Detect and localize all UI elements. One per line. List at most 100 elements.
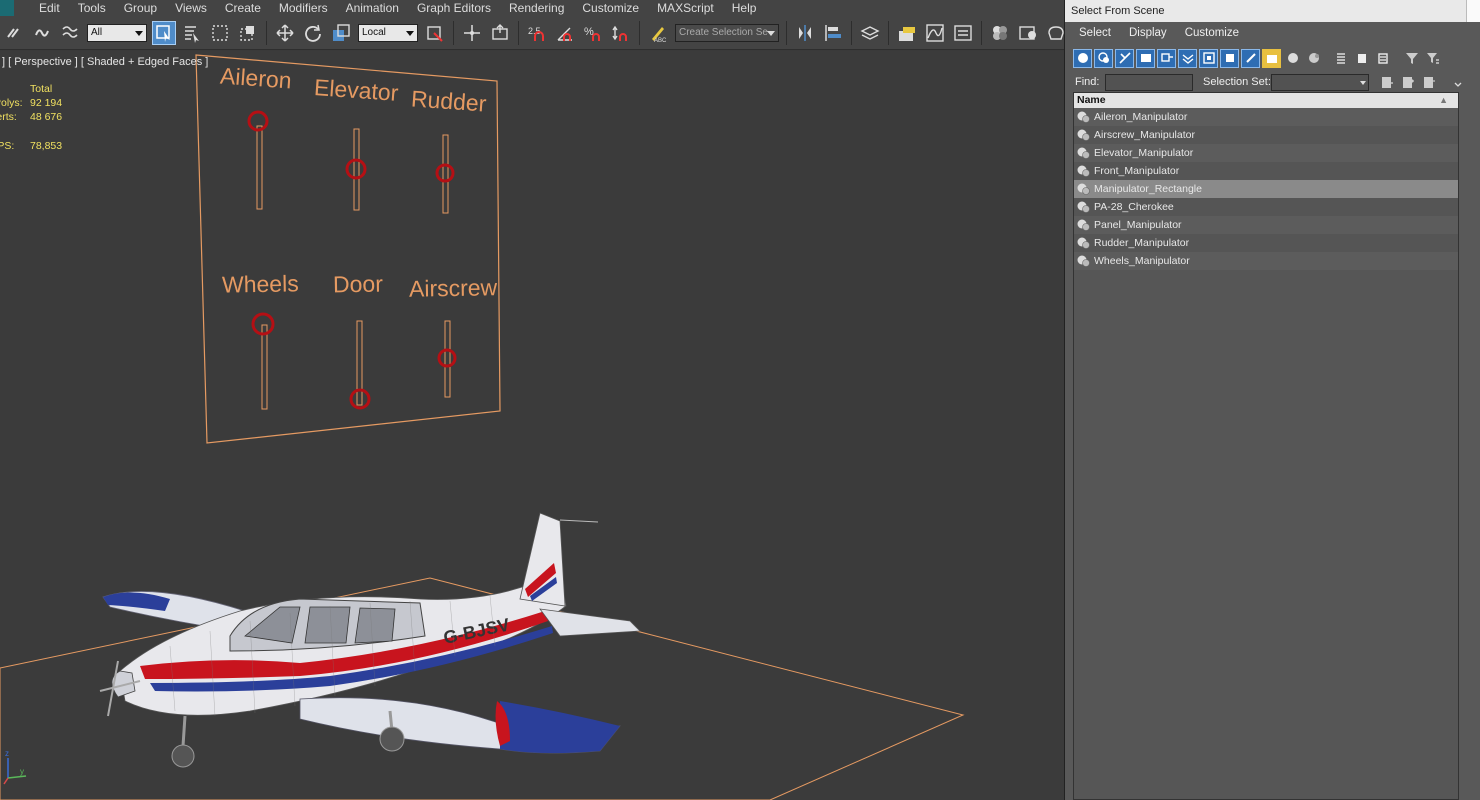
dialog-menu-select[interactable]: Select bbox=[1079, 27, 1111, 39]
containers-filter-icon[interactable] bbox=[1262, 48, 1281, 68]
dialog-menu-customize[interactable]: Customize bbox=[1185, 27, 1239, 39]
spinner-snap-icon[interactable] bbox=[609, 21, 633, 45]
menu-animation[interactable]: Animation bbox=[337, 1, 408, 15]
move-icon[interactable] bbox=[273, 21, 297, 45]
menu-modifiers[interactable]: Modifiers bbox=[270, 1, 337, 15]
hidden-filter-icon[interactable] bbox=[1304, 49, 1323, 68]
select-by-name-icon[interactable] bbox=[180, 21, 204, 45]
wheels-slider-knob[interactable] bbox=[251, 312, 275, 336]
render-setup-icon[interactable] bbox=[1016, 21, 1040, 45]
bones-filter-icon[interactable] bbox=[1241, 48, 1260, 68]
options-chevron-icon[interactable] bbox=[1448, 73, 1467, 92]
menu-maxscript[interactable]: MAXScript bbox=[648, 1, 723, 15]
menu-group[interactable]: Group bbox=[115, 1, 166, 15]
cameras-filter-icon[interactable] bbox=[1136, 48, 1155, 68]
filter-funnel-icon[interactable] bbox=[1402, 49, 1421, 68]
keyboard-shortcut-icon[interactable] bbox=[488, 21, 512, 45]
remove-from-selection-set-icon[interactable] bbox=[1419, 73, 1438, 92]
reference-coordinate-dropdown[interactable]: Local bbox=[358, 23, 418, 42]
airscrew-slider-knob[interactable] bbox=[437, 348, 457, 368]
rotate-icon[interactable] bbox=[301, 21, 325, 45]
helpers-filter-icon[interactable] bbox=[1157, 48, 1176, 68]
xrefs-filter-icon[interactable] bbox=[1220, 48, 1239, 68]
list-item[interactable]: Front_Manipulator bbox=[1074, 162, 1458, 180]
object-list[interactable]: Name ▲ Aileron_Manipulator Airscrew_Manip… bbox=[1073, 92, 1459, 800]
manipulate-icon[interactable] bbox=[460, 21, 484, 45]
list-item[interactable]: Airscrew_Manipulator bbox=[1074, 126, 1458, 144]
bind-space-warp-icon[interactable] bbox=[58, 21, 82, 45]
unlink-icon[interactable] bbox=[30, 21, 54, 45]
snap-toggle-icon[interactable]: 2.5 bbox=[525, 21, 549, 45]
list-item[interactable]: Elevator_Manipulator bbox=[1074, 144, 1458, 162]
groups-filter-icon[interactable] bbox=[1199, 48, 1218, 68]
menu-help[interactable]: Help bbox=[723, 1, 766, 15]
dialog-title-bar[interactable]: Select From Scene bbox=[1065, 0, 1480, 22]
list-item[interactable]: Manipulator_Rectangle bbox=[1074, 180, 1458, 198]
menu-customize[interactable]: Customize bbox=[573, 1, 648, 15]
named-selection-set-dropdown[interactable]: Create Selection Se bbox=[675, 23, 779, 42]
schematic-view-icon[interactable] bbox=[951, 21, 975, 45]
list-item[interactable]: Aileron_Manipulator bbox=[1074, 108, 1458, 126]
menu-graph-editors[interactable]: Graph Editors bbox=[408, 1, 500, 15]
shapes-filter-icon[interactable] bbox=[1094, 48, 1113, 68]
invert-display-icon[interactable] bbox=[1373, 49, 1392, 68]
selection-filter-dropdown[interactable]: All bbox=[87, 23, 147, 42]
align-icon[interactable] bbox=[821, 21, 845, 45]
list-item[interactable]: PA-28_Cherokee bbox=[1074, 198, 1458, 216]
elevator-slider-knob[interactable] bbox=[345, 158, 367, 180]
name-column-label: Name bbox=[1077, 94, 1106, 106]
selection-set-dropdown[interactable] bbox=[1271, 73, 1369, 91]
link-icon[interactable] bbox=[2, 21, 26, 45]
menu-create[interactable]: Create bbox=[216, 1, 270, 15]
geometry-filter-icon[interactable] bbox=[1073, 48, 1092, 68]
percent-snap-icon[interactable]: % bbox=[581, 21, 605, 45]
list-item-label: Manipulator_Rectangle bbox=[1094, 183, 1202, 195]
object-type-icon bbox=[1077, 129, 1090, 141]
angle-snap-icon[interactable] bbox=[553, 21, 577, 45]
save-selection-set-icon[interactable] bbox=[1377, 73, 1396, 92]
rectangular-selection-icon[interactable] bbox=[208, 21, 232, 45]
frozen-filter-icon[interactable] bbox=[1283, 49, 1302, 68]
toolbar-separator bbox=[266, 20, 267, 45]
scale-icon[interactable] bbox=[329, 21, 353, 45]
aileron-slider-knob[interactable] bbox=[247, 110, 269, 132]
rudder-slider-knob[interactable] bbox=[435, 163, 455, 183]
viewport-label[interactable]: ] [ Perspective ] [ Shaded + Edged Faces… bbox=[2, 56, 208, 68]
menu-rendering[interactable]: Rendering bbox=[500, 1, 573, 15]
stats-polys-label: Polys: bbox=[0, 97, 23, 109]
app-logo-icon[interactable] bbox=[0, 0, 14, 16]
layer-manager-icon[interactable] bbox=[858, 21, 882, 45]
display-none-icon[interactable] bbox=[1352, 49, 1371, 68]
dialog-menu-display[interactable]: Display bbox=[1129, 27, 1167, 39]
object-type-icon bbox=[1077, 183, 1090, 195]
window-crossing-icon[interactable] bbox=[236, 21, 260, 45]
menu-views[interactable]: Views bbox=[166, 1, 216, 15]
menu-bar: Edit Tools Group Views Create Modifiers … bbox=[0, 0, 1064, 16]
scene-explorer-icon[interactable] bbox=[895, 21, 919, 45]
menu-edit[interactable]: Edit bbox=[30, 1, 69, 15]
add-to-selection-set-icon[interactable] bbox=[1398, 73, 1417, 92]
name-column-header[interactable]: Name ▲ bbox=[1074, 93, 1458, 108]
material-editor-icon[interactable] bbox=[988, 21, 1012, 45]
toolbar-separator bbox=[786, 20, 787, 45]
perspective-viewport[interactable]: G-BJSV z y Aileron Elevator Rudder Wheel… bbox=[0, 51, 1064, 800]
edit-named-selection-icon[interactable]: ABC bbox=[646, 21, 670, 45]
space-warps-filter-icon[interactable] bbox=[1178, 48, 1197, 68]
main-wheel bbox=[379, 726, 405, 752]
list-item[interactable]: Wheels_Manipulator bbox=[1074, 252, 1458, 270]
close-icon[interactable] bbox=[1466, 0, 1480, 22]
list-item[interactable]: Rudder_Manipulator bbox=[1074, 234, 1458, 252]
advanced-filter-icon[interactable] bbox=[1423, 49, 1442, 68]
airscrew-slider-track bbox=[444, 320, 451, 398]
display-all-icon[interactable] bbox=[1331, 49, 1350, 68]
list-item-label: Wheels_Manipulator bbox=[1094, 255, 1190, 267]
select-object-icon[interactable] bbox=[152, 20, 176, 45]
mirror-icon[interactable] bbox=[793, 21, 817, 45]
pa28-airplane-model[interactable]: G-BJSV bbox=[99, 512, 641, 768]
list-item[interactable]: Panel_Manipulator bbox=[1074, 216, 1458, 234]
find-input[interactable] bbox=[1105, 73, 1193, 91]
menu-tools[interactable]: Tools bbox=[69, 1, 115, 15]
pivot-center-icon[interactable] bbox=[423, 21, 447, 45]
lights-filter-icon[interactable] bbox=[1115, 48, 1134, 68]
curve-editor-icon[interactable] bbox=[923, 21, 947, 45]
